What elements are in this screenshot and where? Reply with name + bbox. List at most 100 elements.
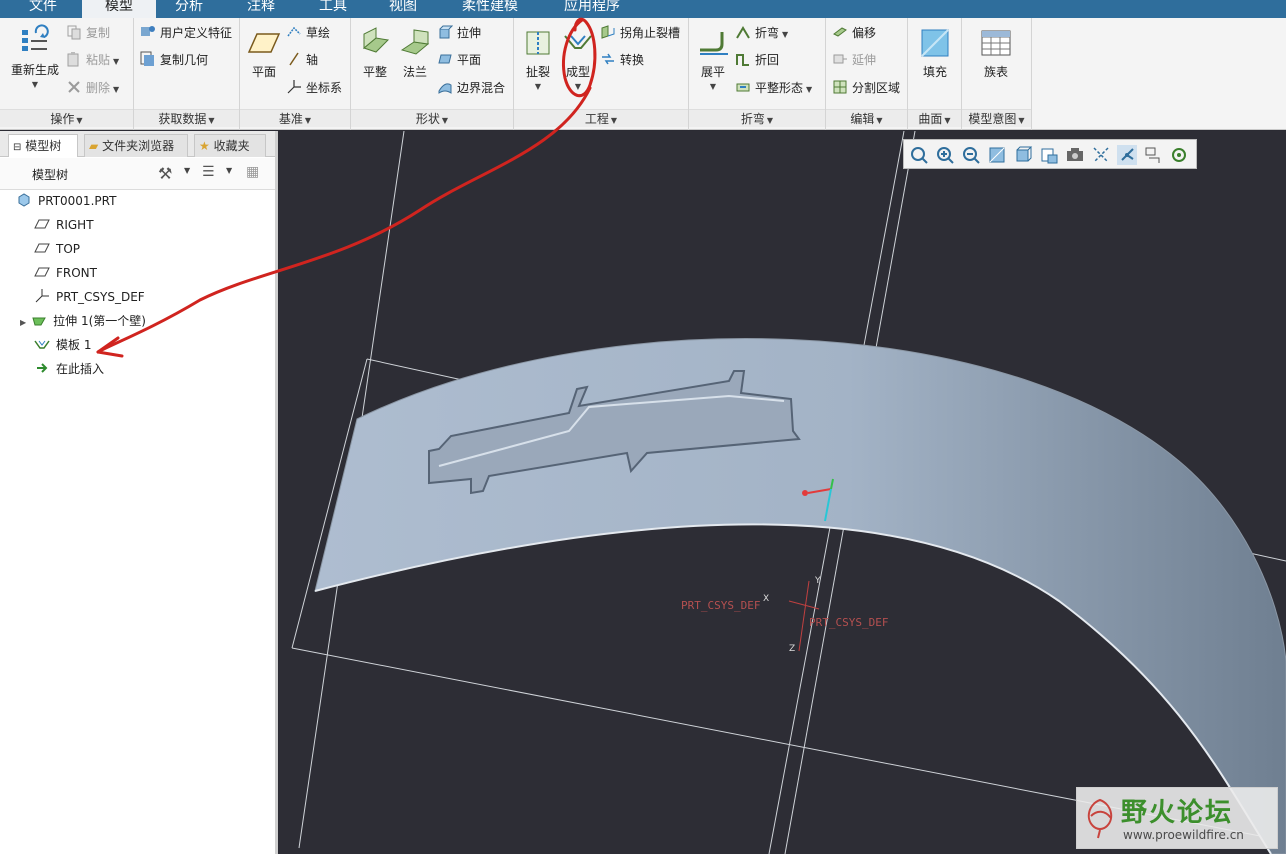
- csys-button[interactable]: 坐标系: [286, 78, 342, 98]
- corner-relief-icon: [601, 25, 615, 39]
- axis-z-label: Z: [789, 644, 795, 654]
- folder-icon: ▰: [89, 139, 99, 153]
- sheet-metal-part[interactable]: [314, 338, 1286, 854]
- family-table-button[interactable]: 族表: [976, 26, 1016, 80]
- tree-item-top[interactable]: TOP: [34, 238, 80, 260]
- tree-item-template[interactable]: 模板 1: [34, 334, 91, 356]
- tab-folder-browser[interactable]: ▰ 文件夹浏览器: [84, 134, 188, 157]
- tree-item-extrude[interactable]: ▶ 拉伸 1(第一个壁): [20, 310, 146, 332]
- fill-icon: [921, 29, 949, 57]
- spin-center-icon[interactable]: [1169, 145, 1189, 165]
- axis-button[interactable]: 轴: [286, 50, 318, 70]
- tab-model-tree[interactable]: ⊟ 模型树: [8, 134, 78, 157]
- group-label-surfaces[interactable]: 曲面 ▼: [908, 109, 961, 127]
- flatten-form-button[interactable]: 平整形态 ▼: [735, 78, 812, 98]
- tab-flexible-modeling[interactable]: 柔性建模: [452, 0, 528, 18]
- group-label-editing[interactable]: 编辑 ▼: [826, 109, 907, 127]
- model-tree-icon: ⊟: [13, 142, 22, 153]
- tree-item-front[interactable]: FRONT: [34, 262, 97, 284]
- rip-button[interactable]: 扯裂 ▼: [518, 26, 558, 91]
- settings-dropdown-icon[interactable]: ▼: [184, 166, 190, 175]
- copy-geometry-button[interactable]: 复制几何: [140, 50, 208, 70]
- show-dropdown-icon[interactable]: ▼: [226, 166, 232, 175]
- datum-plane-icon: [247, 33, 281, 53]
- repaint-icon[interactable]: [987, 145, 1007, 165]
- tab-view[interactable]: 视图: [370, 0, 436, 18]
- extend-button[interactable]: 延伸: [832, 50, 876, 70]
- bend-button[interactable]: 折弯 ▼: [735, 23, 788, 43]
- split-area-button[interactable]: 分割区域: [832, 78, 900, 98]
- regenerate-icon: [22, 24, 49, 51]
- bend-back-icon: [736, 54, 749, 66]
- graphics-viewport[interactable]: PRT_CSYS_DEF PRT_CSYS_DEF X Y Z: [279, 131, 1286, 854]
- group-label-shapes[interactable]: 形状 ▼: [351, 109, 513, 127]
- ribbon-tab-bar: 文件 模型 分析 注释 工具 视图 柔性建模 应用程序: [0, 0, 1286, 18]
- watermark: 野火论坛 www.proewildfire.cn: [1076, 787, 1278, 849]
- group-label-engineering[interactable]: 工程 ▼: [514, 109, 688, 127]
- convert-button[interactable]: 转换: [600, 50, 644, 70]
- watermark-url: www.proewildfire.cn: [1123, 828, 1244, 842]
- form-button[interactable]: 成型 ▼: [558, 26, 598, 91]
- insert-arrow-icon: [37, 363, 48, 373]
- group-label-datum[interactable]: 基准 ▼: [240, 109, 350, 127]
- flatten-form-icon: [736, 83, 750, 92]
- corner-relief-button[interactable]: 拐角止裂槽: [600, 23, 680, 43]
- display-style-icon[interactable]: [1013, 145, 1033, 165]
- bend-back-button[interactable]: 折回: [735, 50, 779, 70]
- zoom-out-icon[interactable]: [961, 145, 981, 165]
- copy-button[interactable]: 复制: [66, 23, 110, 43]
- datum-display-icon[interactable]: [1091, 145, 1111, 165]
- saved-orientations-icon[interactable]: [1039, 145, 1059, 165]
- form-icon: [564, 35, 592, 49]
- watermark-title: 野火论坛: [1121, 798, 1234, 828]
- tab-favorites[interactable]: ★ 收藏夹: [194, 134, 266, 157]
- planar-icon: [438, 54, 452, 64]
- group-label-operations[interactable]: 操作 ▼: [0, 109, 133, 127]
- show-list-icon[interactable]: ☰: [202, 164, 215, 180]
- model-canvas[interactable]: PRT_CSYS_DEF PRT_CSYS_DEF X Y Z: [279, 131, 1286, 854]
- model-tree-header: 模型树 ⚒ ▼ ☰ ▼ ▦: [0, 158, 275, 190]
- settings-tools-icon[interactable]: ⚒: [158, 164, 172, 183]
- user-defined-feature-button[interactable]: 用户定义特征: [140, 23, 232, 43]
- fill-button[interactable]: 填充: [916, 26, 954, 80]
- flange-wall-icon: [400, 29, 430, 55]
- tab-applications[interactable]: 应用程序: [552, 0, 632, 18]
- view-manager-icon[interactable]: [1065, 145, 1085, 165]
- annotation-display-icon[interactable]: [1143, 145, 1163, 165]
- group-label-model-intent[interactable]: 模型意图 ▼: [962, 109, 1031, 127]
- delete-button[interactable]: 删除 ▼: [66, 78, 119, 98]
- tab-tools[interactable]: 工具: [300, 0, 366, 18]
- group-get-data: 用户定义特征 复制几何 获取数据 ▼: [134, 18, 240, 130]
- group-label-bends[interactable]: 折弯 ▼: [689, 109, 825, 127]
- boundary-blend-button[interactable]: 边界混合: [437, 78, 505, 98]
- tab-model[interactable]: 模型: [82, 0, 156, 18]
- unbend-button[interactable]: 展平 ▼: [693, 26, 733, 91]
- tree-item-csys[interactable]: PRT_CSYS_DEF: [34, 286, 145, 308]
- expand-arrow-icon[interactable]: ▶: [20, 318, 26, 327]
- tree-item-insert-here[interactable]: 在此插入: [34, 358, 104, 380]
- flange-wall-button[interactable]: 法兰: [395, 26, 435, 80]
- flat-wall-icon: [362, 27, 390, 53]
- unbend-icon: [700, 32, 728, 55]
- tab-file[interactable]: 文件: [6, 0, 80, 18]
- extend-icon: [833, 54, 847, 64]
- offset-button[interactable]: 偏移: [832, 23, 876, 43]
- zoom-in-icon[interactable]: [935, 145, 955, 165]
- tab-analysis[interactable]: 分析: [156, 0, 222, 18]
- refit-icon[interactable]: [909, 145, 929, 165]
- tree-item-part[interactable]: PRT0001.PRT: [16, 190, 116, 212]
- graphics-toolbar: [903, 139, 1197, 169]
- regenerate-button[interactable]: 重新生成 ▼: [6, 24, 64, 89]
- group-operations: 重新生成 ▼ 复制 粘贴 ▼ 删除 ▼ 操作 ▼: [0, 18, 134, 130]
- sketch-button[interactable]: 草绘: [286, 23, 330, 43]
- paste-button[interactable]: 粘贴 ▼: [66, 50, 119, 70]
- planar-button[interactable]: 平面: [437, 50, 481, 70]
- group-label-get-data[interactable]: 获取数据 ▼: [134, 109, 239, 127]
- tab-annotate[interactable]: 注释: [228, 0, 294, 18]
- csys-display-icon[interactable]: [1117, 145, 1137, 165]
- filter-icon[interactable]: ▦: [246, 164, 259, 180]
- tree-item-right[interactable]: RIGHT: [34, 214, 94, 236]
- extrude-button[interactable]: 拉伸: [437, 23, 481, 43]
- datum-plane-button[interactable]: 平面: [244, 26, 284, 80]
- flat-wall-button[interactable]: 平整: [355, 26, 395, 80]
